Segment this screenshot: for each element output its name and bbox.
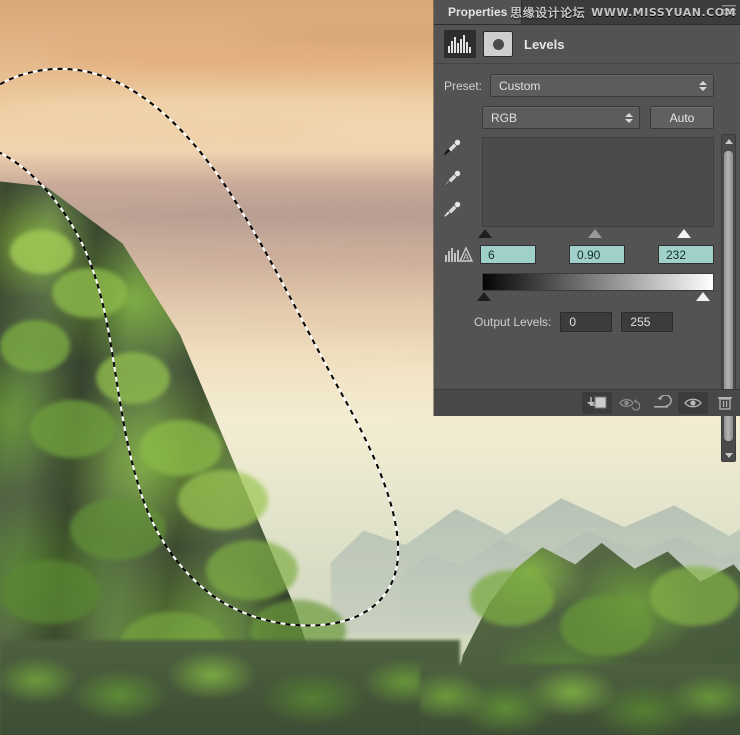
output-black-field[interactable]: 0 — [560, 312, 613, 332]
histogram-display[interactable] — [482, 137, 714, 227]
clip-to-layer-button[interactable] — [582, 392, 612, 414]
output-levels-row: Output Levels: 0 255 — [434, 303, 740, 332]
foliage-clump — [178, 470, 268, 530]
reset-adjustment-button[interactable] — [646, 392, 676, 414]
output-level-sliders — [477, 292, 714, 303]
foliage-clump — [10, 230, 74, 274]
svg-text:A: A — [463, 252, 469, 262]
cloud-band — [40, 44, 460, 70]
properties-panel: Properties 思缘设计论坛 WWW.MISSYUAN.COM Level… — [434, 0, 740, 462]
foliage-clump — [96, 352, 170, 404]
foreground-tree-line-right — [420, 664, 740, 735]
clip-to-layer-icon — [587, 396, 607, 409]
channel-select-value: RGB — [491, 110, 518, 125]
scroll-up-arrow-icon[interactable] — [722, 135, 735, 147]
preset-row: Preset: Custom — [434, 64, 740, 97]
eyedropper-group — [440, 137, 462, 221]
histogram-area — [443, 137, 714, 241]
scroll-down-arrow-icon[interactable] — [722, 449, 735, 461]
preset-select-value: Custom — [499, 78, 541, 93]
foliage-clump — [70, 498, 166, 560]
spinner-up-down-icon — [699, 80, 707, 91]
set-gray-point-eyedropper-icon[interactable] — [440, 168, 462, 190]
panel-tab-strip: Properties 思缘设计论坛 WWW.MISSYUAN.COM — [434, 0, 740, 25]
output-gradient-bar[interactable] — [482, 273, 714, 291]
output-levels-label: Output Levels: — [474, 315, 552, 329]
input-levels-row: A 6 0.90 232 — [434, 241, 740, 264]
photoshop-screenshot: Properties 思缘设计论坛 WWW.MISSYUAN.COM Level… — [0, 0, 740, 735]
preset-label: Preset: — [444, 78, 483, 93]
layer-mask-icon[interactable] — [483, 31, 513, 57]
foliage-clump — [650, 566, 740, 626]
input-highlight-field[interactable]: 232 — [658, 245, 714, 264]
watermark-url-text: WWW.MISSYUAN.COM — [591, 5, 736, 19]
set-black-point-eyedropper-icon[interactable] — [440, 137, 462, 159]
auto-button[interactable]: Auto — [650, 106, 714, 129]
eye-previous-icon — [619, 398, 640, 411]
view-previous-state-button[interactable] — [614, 392, 644, 414]
toggle-layer-visibility-button[interactable] — [678, 392, 708, 414]
channel-row: RGB Auto — [434, 97, 740, 129]
reset-arrow-icon — [654, 395, 672, 408]
mask-dot — [492, 38, 504, 50]
input-levels-icon: A — [445, 245, 474, 262]
foliage-clump — [52, 268, 128, 318]
output-black-slider[interactable] — [477, 292, 491, 301]
input-level-fields: 6 0.90 232 — [480, 245, 714, 264]
preset-select[interactable]: Custom — [490, 74, 714, 97]
output-white-slider[interactable] — [696, 292, 710, 301]
foliage-clump — [206, 540, 298, 600]
panel-footer-toolbar — [434, 389, 740, 416]
input-shadow-slider[interactable] — [478, 229, 492, 238]
input-level-sliders — [478, 229, 714, 241]
adjustment-title-bar: Levels — [434, 25, 740, 64]
output-white-field[interactable]: 255 — [621, 312, 674, 332]
watermark-chinese-text: 思缘设计论坛 — [510, 5, 586, 20]
tab-properties-label: Properties — [448, 5, 508, 19]
input-highlight-slider[interactable] — [677, 229, 691, 238]
input-midtone-field[interactable]: 0.90 — [569, 245, 625, 264]
auto-button-label: Auto — [669, 110, 695, 125]
spinner-up-down-icon — [625, 112, 633, 123]
watermark: 思缘设计论坛 WWW.MISSYUAN.COM — [510, 1, 736, 23]
levels-controls: Preset: Custom RGB Auto A 6 0.90 232 Out… — [434, 64, 740, 462]
foliage-clump — [0, 560, 100, 624]
foreground-tree-line — [0, 640, 460, 735]
trash-icon — [718, 397, 732, 410]
input-midtone-slider[interactable] — [588, 229, 602, 238]
panel-menu-icon[interactable] — [722, 4, 736, 16]
set-white-point-eyedropper-icon[interactable] — [440, 199, 462, 221]
delete-adjustment-layer-button[interactable] — [710, 392, 740, 414]
channel-select[interactable]: RGB — [482, 106, 640, 129]
page-title: Levels — [524, 36, 565, 52]
foliage-clump — [560, 596, 652, 656]
foliage-clump — [0, 320, 70, 372]
eye-icon — [684, 398, 702, 408]
input-shadow-field[interactable]: 6 — [480, 245, 536, 264]
levels-histogram-icon[interactable] — [444, 30, 476, 58]
foliage-clump — [30, 400, 116, 458]
foliage-clump — [470, 570, 554, 626]
output-gradient-wrap — [477, 273, 714, 303]
foliage-clump — [140, 420, 222, 476]
